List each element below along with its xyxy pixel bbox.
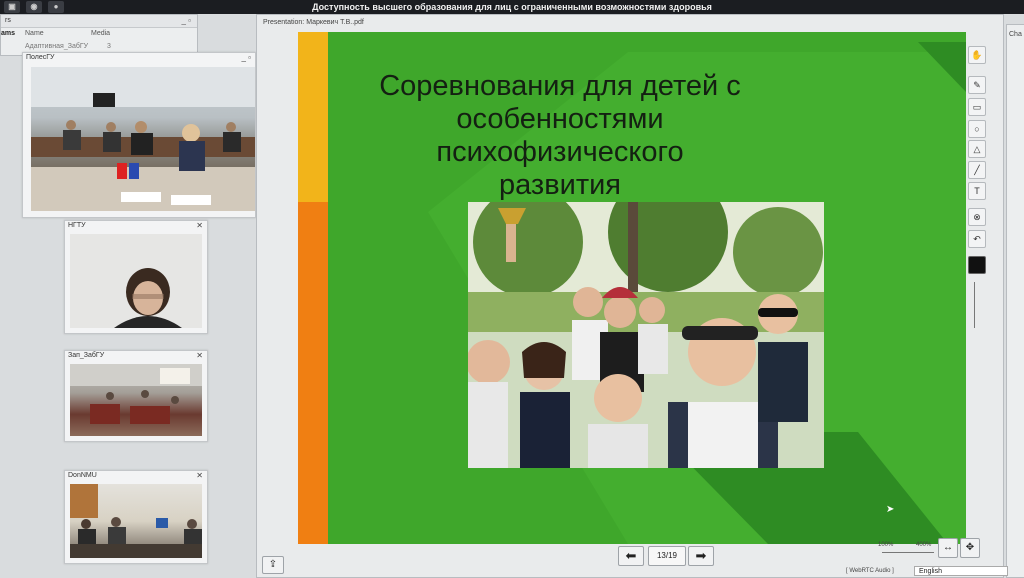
presentation-title: Presentation: Маркевич Т.В..pdf (263, 19, 364, 26)
triangle-icon[interactable]: △ (968, 140, 986, 158)
chat-panel: Cha (1006, 24, 1024, 578)
participant-image (114, 268, 182, 328)
close-icon[interactable]: ✕ (196, 221, 203, 230)
video-window[interactable]: ПолесГУ _ ▫ (22, 52, 256, 218)
prev-arrow-icon[interactable]: ⬅ (618, 546, 644, 566)
rectangle-icon[interactable]: ▭ (968, 98, 986, 116)
chat-panel-title: Cha (1009, 31, 1022, 38)
camera-icon[interactable]: ◉ (26, 1, 42, 13)
upload-icon[interactable]: ⇪ (262, 556, 284, 574)
users-panel-title: rs (5, 17, 11, 24)
audio-label: [ WebRTC Audio ] (846, 568, 894, 574)
zoom-slider[interactable] (882, 552, 934, 553)
classroom-image (70, 484, 202, 558)
slide-title: Соревнования для детей с особенностями п… (360, 70, 760, 202)
zoom-max-label: 400% (916, 542, 932, 548)
clear-icon[interactable]: ⊗ (968, 208, 986, 226)
column-name[interactable]: Name (25, 30, 44, 37)
window-title: Доступность высшего образования для лиц … (312, 2, 712, 12)
circle-icon[interactable]: ○ (968, 120, 986, 138)
slide-title-line: особенностями психофизического (436, 103, 684, 168)
classroom-image (31, 67, 255, 211)
video-label: DonNMU (68, 472, 97, 479)
zoom-min-label: 100% (878, 542, 894, 548)
close-icon[interactable]: ✕ (196, 351, 203, 360)
window-title-bar: ▣ ◉ ● Доступность высшего образования дл… (0, 0, 1024, 14)
video-feed (70, 484, 202, 558)
video-label: ПолесГУ (26, 54, 55, 61)
group-selfie-image (468, 202, 824, 468)
slide-title-line: развития (498, 169, 622, 201)
video-label: Зап_ЗабГУ (68, 352, 105, 359)
language-select[interactable]: English (914, 566, 1008, 576)
next-arrow-icon[interactable]: ➡ (688, 546, 714, 566)
close-icon[interactable]: ✕ (196, 471, 203, 480)
video-feed (31, 67, 255, 211)
fit-page-icon[interactable]: ✥ (960, 538, 980, 558)
video-feed (70, 234, 202, 328)
slide-photo (468, 202, 824, 468)
record-icon[interactable]: ● (48, 1, 64, 13)
slide-title-line: Соревнования для детей с (379, 70, 741, 102)
users-panel-header: rs _ ▫ (1, 15, 197, 28)
thickness-slider-icon[interactable] (974, 282, 983, 328)
pencil-icon[interactable]: ✎ (968, 76, 986, 94)
page-indicator[interactable]: 13/19 (648, 546, 686, 566)
video-window[interactable]: НГТУ ✕ (64, 220, 208, 334)
user-row-name[interactable]: Адаптивная_ЗабГУ (25, 43, 88, 50)
video-window[interactable]: DonNMU ✕ (64, 470, 208, 564)
minimize-icon[interactable]: _ ▫ (181, 15, 191, 27)
color-swatch-icon[interactable] (968, 256, 986, 274)
share-icon[interactable]: ▣ (4, 1, 20, 13)
video-window[interactable]: Зап_ЗабГУ ✕ (64, 350, 208, 442)
user-row-media: 3 (107, 43, 111, 50)
auditorium-image (70, 364, 202, 424)
video-label: НГТУ (68, 222, 86, 229)
undo-icon[interactable]: ↶ (968, 230, 986, 248)
mouse-cursor-icon: ➤ (886, 504, 895, 515)
minimize-icon[interactable]: _ ▫ (241, 53, 251, 62)
line-icon[interactable]: ╱ (968, 161, 986, 179)
text-icon[interactable]: T (968, 182, 986, 200)
users-tab[interactable]: ams (1, 30, 15, 37)
column-media[interactable]: Media (91, 30, 110, 37)
hand-icon[interactable]: ✋ (968, 46, 986, 64)
fit-width-icon[interactable]: ↔ (938, 538, 958, 558)
video-feed (70, 364, 202, 436)
users-panel: rs _ ▫ ams Name Media Адаптивная_ЗабГУ 3 (0, 14, 198, 56)
